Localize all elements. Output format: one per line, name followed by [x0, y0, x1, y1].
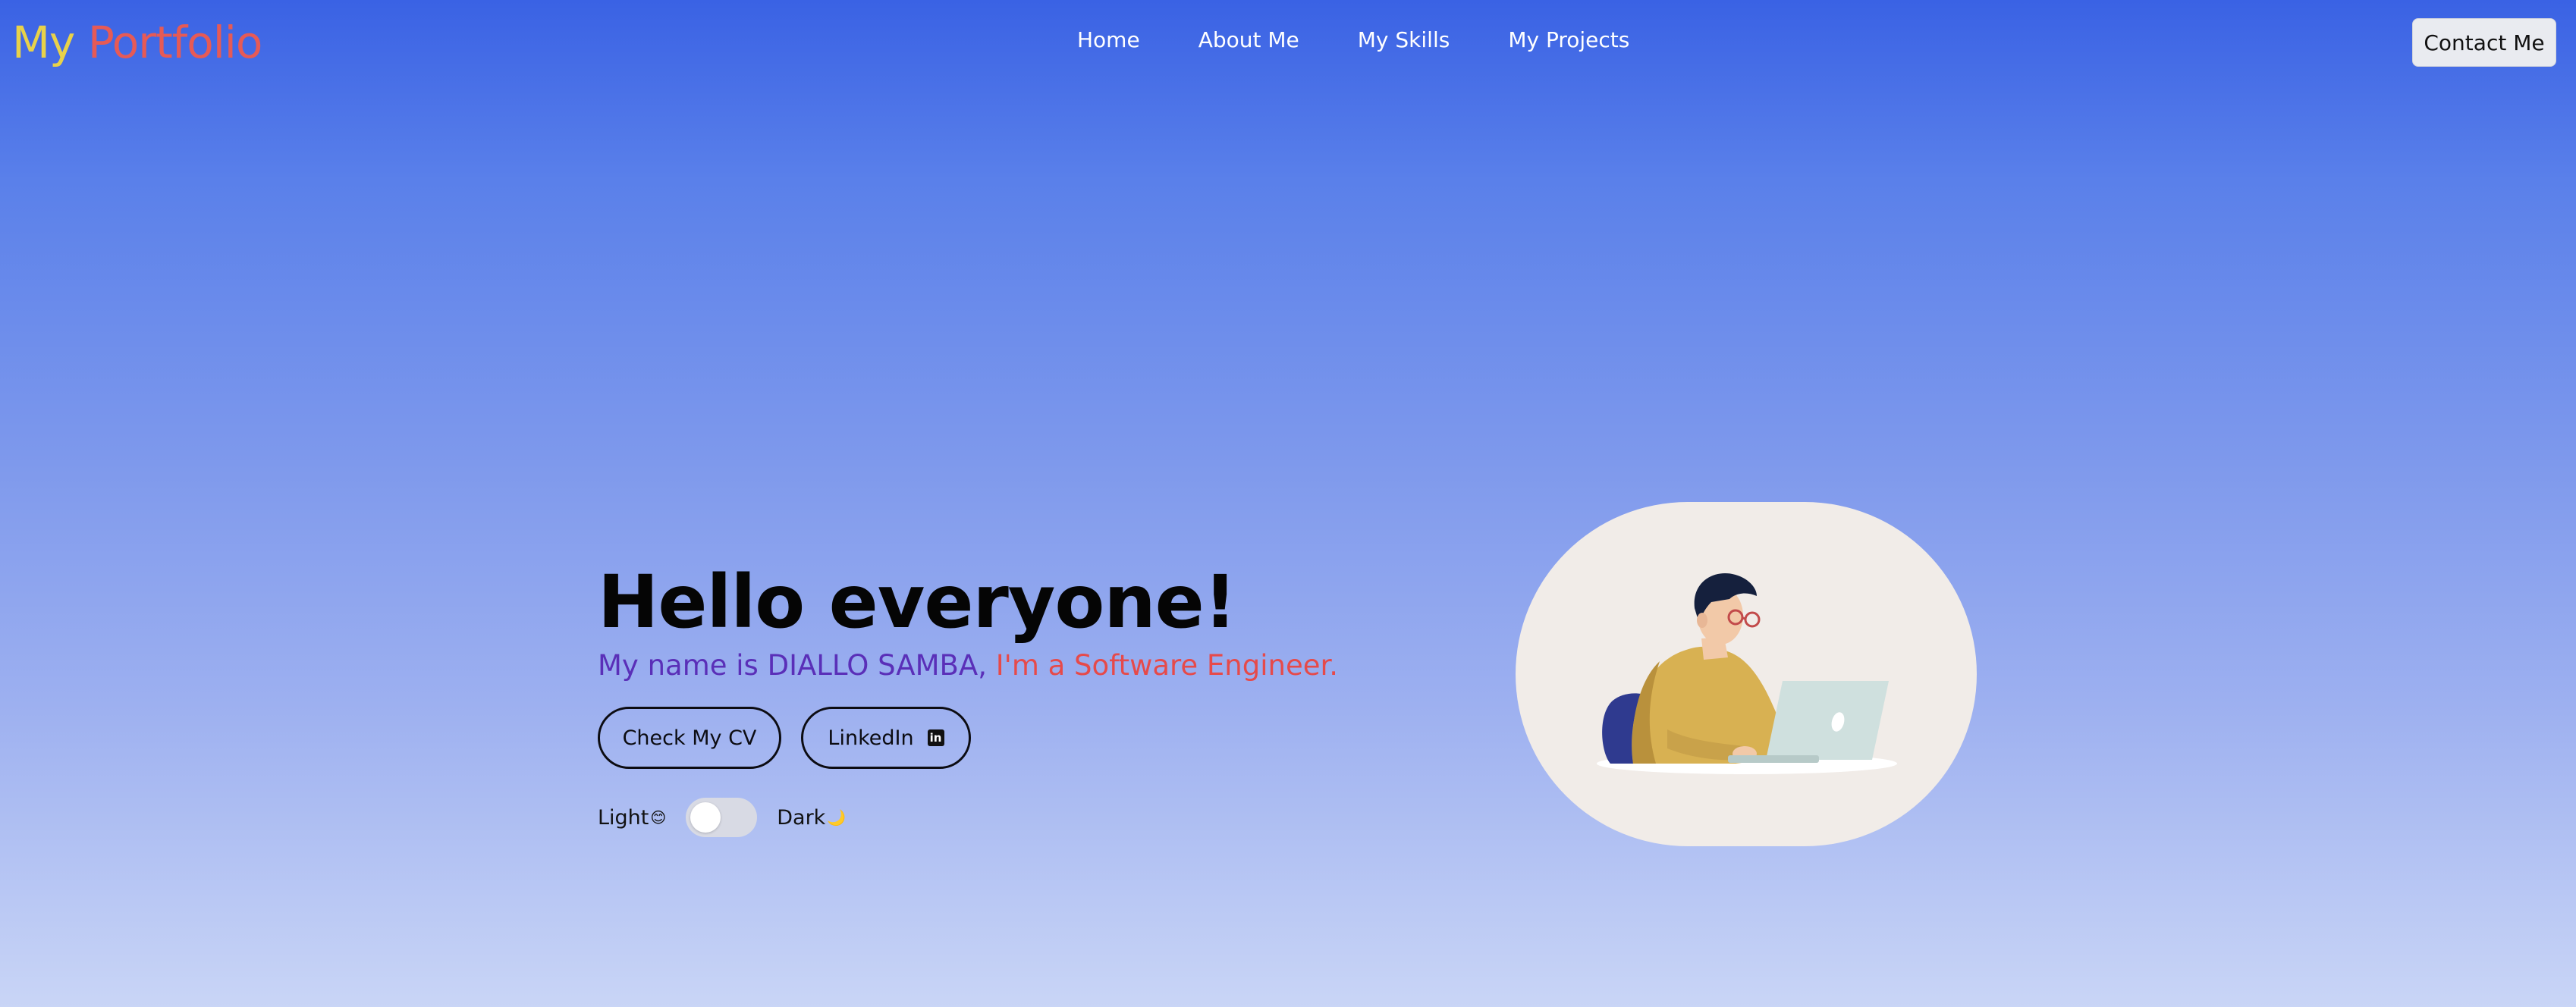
- hero-buttons: Check My CV LinkedIn in: [598, 707, 971, 769]
- hero-section: Hello everyone! My name is DIALLO SAMBA,…: [598, 560, 1338, 682]
- linkedin-icon: in: [927, 729, 944, 746]
- theme-switcher: Light 😊 Dark 🌙: [598, 798, 846, 837]
- subtitle-name: My name is DIALLO SAMBA,: [598, 649, 987, 682]
- nav-home[interactable]: Home: [1077, 27, 1140, 52]
- dark-label: Dark: [777, 805, 826, 830]
- contact-me-button[interactable]: Contact Me: [2412, 18, 2556, 67]
- moon-icon: 🌙: [827, 808, 847, 827]
- linkedin-label: LinkedIn: [828, 726, 914, 750]
- developer-laptop-illustration: [1516, 502, 1977, 846]
- logo-my-text: My: [12, 17, 75, 68]
- check-cv-label: Check My CV: [622, 726, 757, 750]
- site-logo[interactable]: My Portfolio: [12, 17, 262, 68]
- nav-my-skills[interactable]: My Skills: [1358, 27, 1450, 52]
- hero-subtitle: My name is DIALLO SAMBA, I'm a Software …: [598, 649, 1338, 682]
- nav-my-projects[interactable]: My Projects: [1508, 27, 1629, 52]
- toggle-knob: [690, 802, 721, 833]
- smile-icon: 😊: [650, 808, 667, 827]
- logo-portfolio-text: Portfolio: [87, 17, 263, 68]
- hero-title: Hello everyone!: [598, 560, 1237, 645]
- light-label: Light: [598, 805, 649, 830]
- nav-about-me[interactable]: About Me: [1198, 27, 1299, 52]
- navbar: My Portfolio Home About Me My Skills My …: [0, 0, 2576, 85]
- theme-toggle[interactable]: [686, 798, 758, 837]
- nav-links: Home About Me My Skills My Projects: [1077, 27, 1629, 52]
- check-cv-button[interactable]: Check My CV: [598, 707, 781, 769]
- linkedin-button[interactable]: LinkedIn in: [801, 707, 971, 769]
- subtitle-role: I'm a Software Engineer.: [995, 649, 1339, 682]
